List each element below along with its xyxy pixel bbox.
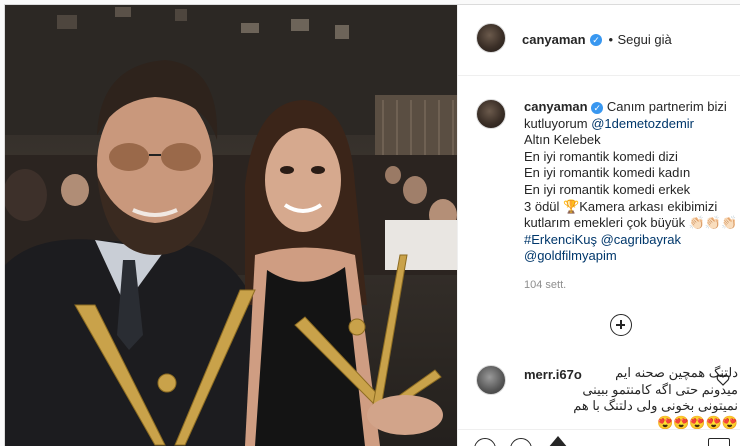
caption-line: En iyi romantik komedi kadın: [524, 165, 691, 181]
verified-badge-icon: ✓: [590, 33, 603, 46]
comment-line: میدونم حتی اگه کامنتمو ببینی: [582, 381, 738, 397]
author-avatar[interactable]: [476, 23, 506, 53]
load-more-comments-icon[interactable]: [610, 314, 632, 336]
caption-line: Altın Kelebek: [524, 132, 601, 148]
post-actions-bar: [458, 429, 740, 446]
post-modal: canyaman ✓ • Segui già canyaman ✓ Canım …: [4, 4, 740, 446]
caption-tag-link[interactable]: @goldfilmyapim: [524, 248, 617, 263]
caption-mention-link[interactable]: @1demetozdemir: [591, 116, 694, 131]
caption-tag-link[interactable]: @cagribayrak: [601, 232, 681, 247]
comment-line: نمیتونی بخونی ولی دلتنگ با هم: [573, 398, 738, 413]
post-timestamp[interactable]: 104 sett.: [524, 279, 566, 291]
follow-separator: •: [608, 32, 614, 47]
follow-status-button[interactable]: Segui già: [618, 32, 672, 47]
caption-award-line: 3 ödül 🏆Kamera arkası ekibimizi: [524, 198, 718, 214]
caption-closing: kutlarım emekleri çok büyük 👏🏻👏🏻👏🏻: [524, 215, 738, 231]
post-caption: canyaman ✓ Canım partnerim bizi kutluyor…: [524, 99, 738, 265]
post-photo[interactable]: [5, 5, 457, 446]
comment-line: دلتنگ همچین صحنه ایم: [615, 365, 738, 380]
author-username[interactable]: canyaman: [522, 32, 586, 47]
post-header: canyaman ✓ • Segui già: [458, 5, 740, 76]
commenter-avatar[interactable]: [476, 365, 506, 395]
header-title-row: canyaman ✓ • Segui già: [522, 31, 672, 49]
caption-line2-text: kutluyorum: [524, 115, 588, 131]
comment-text: دلتنگ همچین صحنه ایم میدونم حتی اگه کامن…: [524, 365, 738, 431]
photo-illustration: [5, 5, 457, 446]
caption-hashtag-link[interactable]: #ErkenciKuş: [524, 232, 597, 247]
verified-badge-icon: ✓: [591, 101, 604, 114]
post-sidebar: canyaman ✓ • Segui già canyaman ✓ Canım …: [457, 5, 740, 446]
heart-icon[interactable]: [716, 373, 730, 387]
caption-username[interactable]: canyaman: [524, 99, 588, 114]
caption-avatar[interactable]: [476, 99, 506, 129]
caption-line: En iyi romantik komedi erkek: [524, 181, 691, 197]
caption-line: En iyi romantik komedi dizi: [524, 148, 678, 164]
caption-intro: Canım partnerim bizi: [606, 99, 727, 114]
